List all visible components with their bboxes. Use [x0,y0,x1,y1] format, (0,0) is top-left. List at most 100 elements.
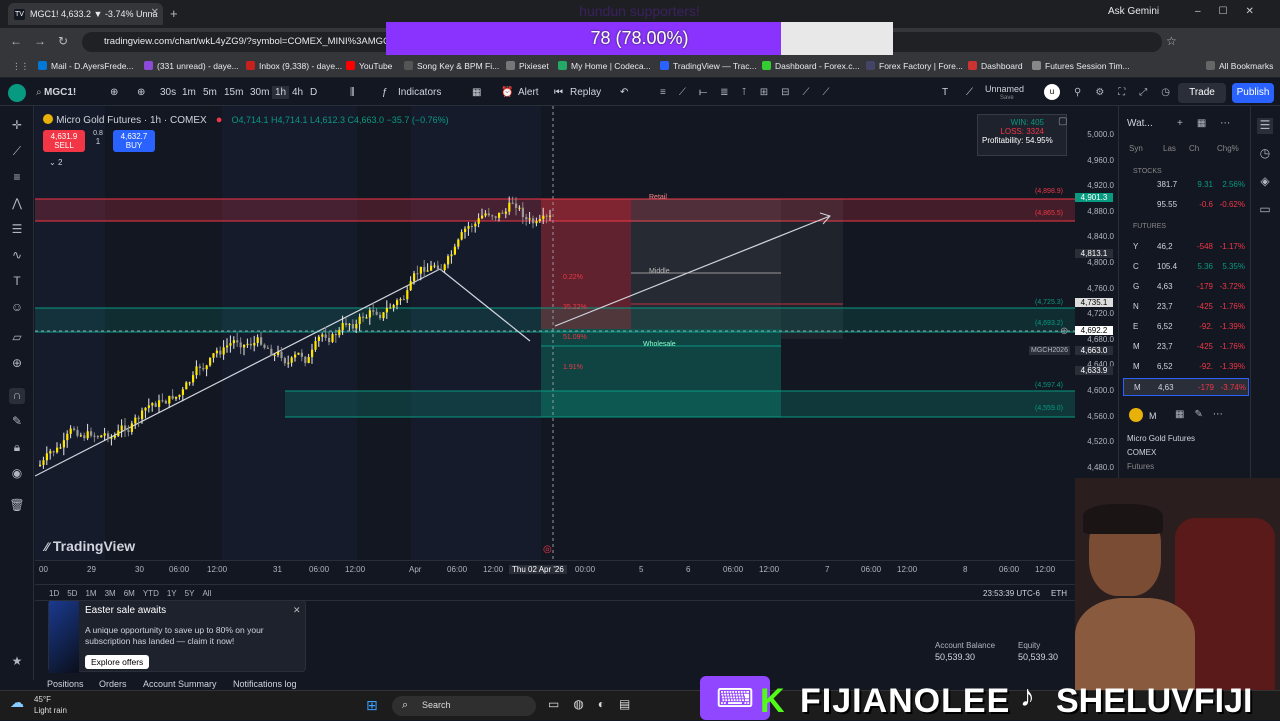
bookmark-item[interactable]: (331 unread) - daye... [144,61,239,71]
layout-save[interactable]: Save [1000,95,1014,101]
replay-button[interactable]: Replay [570,87,601,98]
watchlist-actions-icons[interactable]: +▦⋯ [1177,118,1244,129]
window-controls[interactable]: –☐✕ [1195,6,1272,17]
watchlist-title[interactable]: Wat... [1127,118,1153,129]
lock-drawings-icon[interactable]: ✎ [9,414,25,430]
buy-button[interactable]: 4,632.7 BUY [113,130,155,152]
interval-1h[interactable]: 1h [272,86,290,99]
range-1d[interactable]: 1D [49,589,59,598]
taskbar-search[interactable]: ⌕ Search [392,696,536,716]
range-5y[interactable]: 5Y [185,589,195,598]
windows-start-icon[interactable]: ⊞ [366,697,378,714]
watchlist-row[interactable]: 95.55 -0.6 -0.62% [1123,196,1249,214]
bookmark-item[interactable]: Forex Factory | Fore... [866,61,963,71]
pattern-icon[interactable]: ⋀ [9,196,25,212]
bookmark-item[interactable]: Dashboard - Forex.c... [762,61,860,71]
ruler-icon[interactable]: ▱ [9,330,25,346]
range-all[interactable]: All [202,589,211,598]
interval-30s[interactable]: 30s [160,87,176,98]
layout-name[interactable]: Unnamed [985,84,1024,94]
top-right-tools-icons[interactable]: ⚲⚙⛶⤢◷ [1074,87,1184,98]
publish-button[interactable]: Publish [1232,83,1274,103]
compare-icon[interactable]: ⊕ [137,87,145,98]
watchlist-row[interactable]: M 23,7 -425 -1.76% [1123,338,1249,356]
range-6m[interactable]: 6M [124,589,135,598]
lock-icon[interactable]: 🔒︎ [9,440,25,456]
bookmark-item[interactable]: Futures Session Tim... [1032,61,1130,71]
watchlist-row[interactable]: E 6,52 -92. -1.39% [1123,318,1249,336]
indicators-button[interactable]: Indicators [398,87,441,98]
favorites-icon[interactable]: ★ [9,654,25,670]
new-tab-icon[interactable]: + [170,6,178,21]
trendline-icon[interactable]: ⟋ [9,144,25,160]
col-symbol[interactable]: Syn [1129,144,1143,153]
close-tab-icon[interactable]: ✕ [151,7,159,18]
session-type[interactable]: ETH [1051,589,1067,598]
interval-30m[interactable]: 30m [250,87,269,98]
explore-offers-button[interactable]: Explore offers [85,655,150,669]
icons-icon[interactable]: ☺ [9,300,25,316]
interval-5m[interactable]: 5m [203,87,217,98]
text-icon[interactable]: T [9,274,25,290]
indicators-icon[interactable]: ƒ [382,87,388,98]
watchlist-row[interactable]: G 4,63 -179 -3.72% [1123,278,1249,296]
add-alert-icon[interactable]: ⊕ [1060,326,1068,337]
crosshair-icon[interactable]: ✛ [9,118,25,134]
range-ytd[interactable]: YTD [143,589,159,598]
forward-icon[interactable]: → [34,34,46,48]
interval-4h[interactable]: 4h [292,87,303,98]
bookmark-item[interactable]: Mail - D.AyersFrede... [38,61,134,71]
toast-close-icon[interactable]: ✕ [293,605,301,616]
trade-button[interactable]: Trade [1178,83,1226,103]
watchlist-row[interactable]: Y 46,2 -548 -1.17% [1123,238,1249,256]
drawing-tools-icons[interactable]: ≡⟋⟝≣⊺⊞⊟⟋⟋ [660,87,842,98]
templates-icon[interactable]: ▦ [472,87,481,98]
projection-icon[interactable]: ☰ [9,222,25,238]
tab-notifications-log[interactable]: Notifications log [233,679,297,689]
undo-icon[interactable]: ↶ [620,87,628,98]
text-tool-icon[interactable]: T [942,87,948,98]
tab-orders[interactable]: Orders [99,679,127,689]
bookmark-item[interactable]: My Home | Codeca... [558,61,651,71]
add-symbol-icon[interactable]: ⊕ [110,87,118,98]
alert-icon[interactable]: ⏰ [501,87,513,98]
bar-type-icon[interactable]: ⫼ [350,87,355,98]
range-1m[interactable]: 1M [85,589,96,598]
detail-actions-icons[interactable]: ▦✎⋯ [1175,409,1233,420]
fib-icon[interactable]: ≡ [9,170,25,186]
symbol-legend[interactable]: Micro Gold Futures · 1h · COMEX ● O4,714… [43,114,449,126]
back-icon[interactable]: ← [10,34,22,48]
quantity-field[interactable]: 0.8 1 [87,130,109,152]
clock[interactable]: 23:53:39 UTC-6 [983,589,1040,598]
time-axis[interactable]: 00 29 30 06:00 12:00 31 06:00 12:00 Apr 06:00 12:0… [35,560,1075,578]
event-marker-icon[interactable]: ◎ [543,544,552,555]
bookmark-item[interactable]: Inbox (9,338) - daye... [246,61,342,71]
bookmark-item[interactable]: Song Key & BPM Fi... [404,61,499,71]
zoom-icon[interactable]: ⊕ [9,356,25,372]
range-1y[interactable]: 1Y [167,589,177,598]
brush-tool-icon[interactable]: ⟋ [966,87,973,98]
col-last[interactable]: Las [1163,144,1176,153]
ask-gemini-button[interactable]: Ask Gemini [1108,6,1159,17]
section-futures[interactable]: FUTURES [1133,223,1166,230]
interval-1m[interactable]: 1m [182,87,196,98]
user-avatar-icon[interactable]: u [1044,84,1060,100]
trash-icon[interactable]: 🗑︎ [9,498,25,514]
bookmark-item[interactable]: Dashboard [968,61,1023,71]
avatar[interactable] [8,84,26,102]
browser-tab[interactable]: TV MGC1! 4,633.2 ▼ -3.74% Unna ✕ [8,3,163,25]
chart-pane[interactable]: Micro Gold Futures · 1h · COMEX ● O4,714… [35,106,1075,576]
interval-15m[interactable]: 15m [224,87,243,98]
watchlist-icon[interactable]: ☰ [1257,118,1273,134]
all-bookmarks[interactable]: All Bookmarks [1206,61,1273,71]
expand-icon[interactable]: ▢ [1058,116,1067,127]
taskbar-apps-icons[interactable]: ▭◍◐▤ [548,697,644,711]
bookmark-item[interactable]: Pixieset [506,61,549,71]
alerts-icon[interactable]: ◷ [1257,146,1273,162]
replay-icon[interactable]: ⏮ [554,87,563,98]
magnet-icon[interactable]: ∩ [9,388,25,404]
visibility-icon[interactable]: ◉ [9,466,25,482]
tab-account-summary[interactable]: Account Summary [143,679,217,689]
alert-button[interactable]: Alert [518,87,539,98]
indicator-toggle[interactable]: ⌄ 2 [49,158,62,167]
